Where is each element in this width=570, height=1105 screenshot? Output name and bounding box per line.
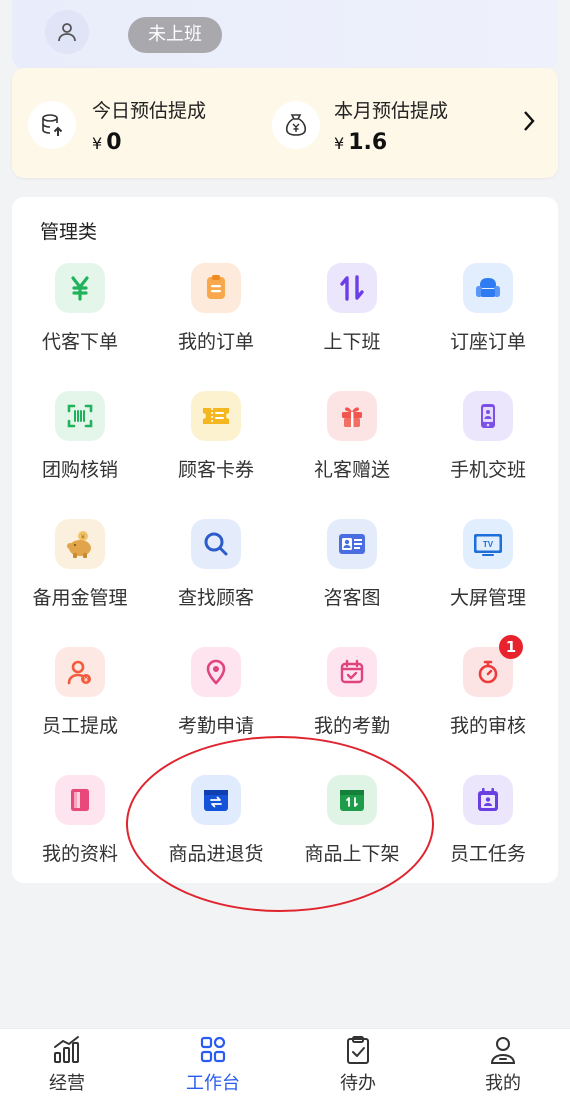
month-commission-label: 本月预估提成 [334, 100, 449, 122]
grid-item-goods-in-out[interactable]: 商品进退货 [148, 769, 284, 879]
grid-item-gift-customer[interactable]: 礼客赠送 [284, 385, 420, 495]
search-icon [191, 519, 241, 569]
grid-item-clock-in-out[interactable]: 上下班 [284, 257, 420, 367]
grid-item-attendance-request[interactable]: 考勤申请 [148, 641, 284, 751]
grid-label: 我的审核 [449, 715, 526, 737]
grid-label: 咨客图 [323, 587, 381, 609]
phone-icon [463, 391, 513, 441]
tv-icon: TV [463, 519, 513, 569]
grid-label: 礼客赠送 [313, 459, 390, 481]
commission-card[interactable]: 今日预估提成 ¥0 本月预估提成 ¥1.6 [12, 68, 558, 178]
tab-todo[interactable]: 待办 [287, 1035, 429, 1095]
tab-mine[interactable]: 我的 [432, 1035, 570, 1095]
grid-item-my-review[interactable]: 1 我的审核 [420, 635, 556, 751]
section-title: 管理类 [40, 221, 98, 243]
calendar-check-icon [327, 647, 377, 697]
svg-text:TV: TV [483, 540, 494, 549]
grid-icon [200, 1036, 226, 1063]
grid-item-staff-tasks[interactable]: 员工任务 [420, 769, 556, 879]
avatar[interactable] [45, 10, 89, 54]
grid-label: 查找顾客 [177, 587, 254, 609]
ticket-icon [191, 391, 241, 441]
grid-label: 商品上下架 [304, 843, 400, 865]
bottom-tab-bar: 经营 工作台 待办 我的 [0, 1028, 570, 1105]
chevron-right-icon[interactable] [520, 108, 538, 134]
id-card-icon [327, 519, 377, 569]
grid-item-groupbuy-redeem[interactable]: 团购核销 [12, 385, 148, 495]
tab-label: 我的 [485, 1073, 521, 1094]
grid-label: 手机交班 [449, 459, 526, 481]
up-down-arrows-icon [327, 263, 377, 313]
grid-label: 代客下单 [41, 331, 118, 353]
grid-label: 大屏管理 [449, 587, 526, 609]
status-header: 未上班 [12, 0, 558, 70]
grid-item-my-profile[interactable]: 我的资料 [12, 769, 148, 879]
tab-label: 待办 [340, 1073, 376, 1094]
bar-chart-icon [54, 1036, 79, 1063]
grid-label: 订座订单 [449, 331, 526, 353]
grid-label: 商品进退货 [168, 843, 264, 865]
grid-label: 团购核销 [41, 459, 118, 481]
task-calendar-icon [463, 775, 513, 825]
month-commission-value: ¥1.6 [334, 130, 388, 155]
grid-item-big-screen[interactable]: TV 大屏管理 [420, 513, 556, 623]
grid-label: 员工任务 [449, 843, 526, 865]
grid-label: 员工提成 [41, 715, 118, 737]
grid-item-my-orders[interactable]: 我的订单 [148, 257, 284, 367]
today-commission-value: ¥0 [92, 130, 122, 155]
svg-text:¥: ¥ [81, 534, 85, 541]
grid-label: 我的订单 [177, 331, 254, 353]
user-icon [490, 1037, 516, 1064]
armchair-icon [463, 263, 513, 313]
money-bag-icon [272, 101, 320, 149]
notification-badge: 1 [499, 635, 523, 659]
grid-label: 顾客卡券 [177, 459, 254, 481]
database-upload-icon [28, 101, 76, 149]
grid-label: 我的考勤 [313, 715, 390, 737]
gift-icon [327, 391, 377, 441]
grid-item-order-for-customer[interactable]: 代客下单 [12, 257, 148, 367]
yuan-icon [55, 263, 105, 313]
grid-item-goods-shelf[interactable]: 商品上下架 [284, 769, 420, 879]
box-exchange-icon [191, 775, 241, 825]
person-yuan-icon: ¥ [55, 647, 105, 697]
grid-item-customer-coupons[interactable]: 顾客卡券 [148, 385, 284, 495]
grid-item-find-customer[interactable]: 查找顾客 [148, 513, 284, 623]
clipboard-icon [191, 263, 241, 313]
svg-text:¥: ¥ [84, 677, 88, 684]
profile-book-icon [55, 775, 105, 825]
grid-label: 上下班 [323, 331, 381, 353]
tab-label: 经营 [49, 1073, 85, 1094]
tab-label: 工作台 [186, 1073, 240, 1094]
clipboard-check-icon [347, 1036, 369, 1064]
box-updown-icon [327, 775, 377, 825]
grid-item-phone-handover[interactable]: 手机交班 [420, 385, 556, 495]
grid-item-petty-cash[interactable]: ¥ 备用金管理 [12, 513, 148, 623]
grid-label: 我的资料 [41, 843, 118, 865]
user-icon [58, 23, 76, 42]
management-section: 管理类 代客下单 我的订单 上下班 订座订单 团购核销 顾客卡券 礼客赠送 手机… [12, 197, 558, 883]
work-status-badge[interactable]: 未上班 [128, 17, 222, 53]
barcode-scan-icon [55, 391, 105, 441]
today-commission-label: 今日预估提成 [92, 100, 207, 122]
tab-business[interactable]: 经营 [0, 1035, 138, 1095]
grid-label: 备用金管理 [32, 587, 128, 609]
grid-item-seat-orders[interactable]: 订座订单 [420, 257, 556, 367]
tab-workbench[interactable]: 工作台 [142, 1035, 284, 1095]
grid-item-host-map[interactable]: 咨客图 [284, 513, 420, 623]
piggy-bank-icon: ¥ [55, 519, 105, 569]
grid-item-my-attendance[interactable]: 我的考勤 [284, 641, 420, 751]
grid-label: 考勤申请 [177, 715, 254, 737]
stopwatch-icon: 1 [463, 635, 523, 697]
grid-item-staff-commission[interactable]: ¥ 员工提成 [12, 641, 148, 751]
location-pin-icon [191, 647, 241, 697]
